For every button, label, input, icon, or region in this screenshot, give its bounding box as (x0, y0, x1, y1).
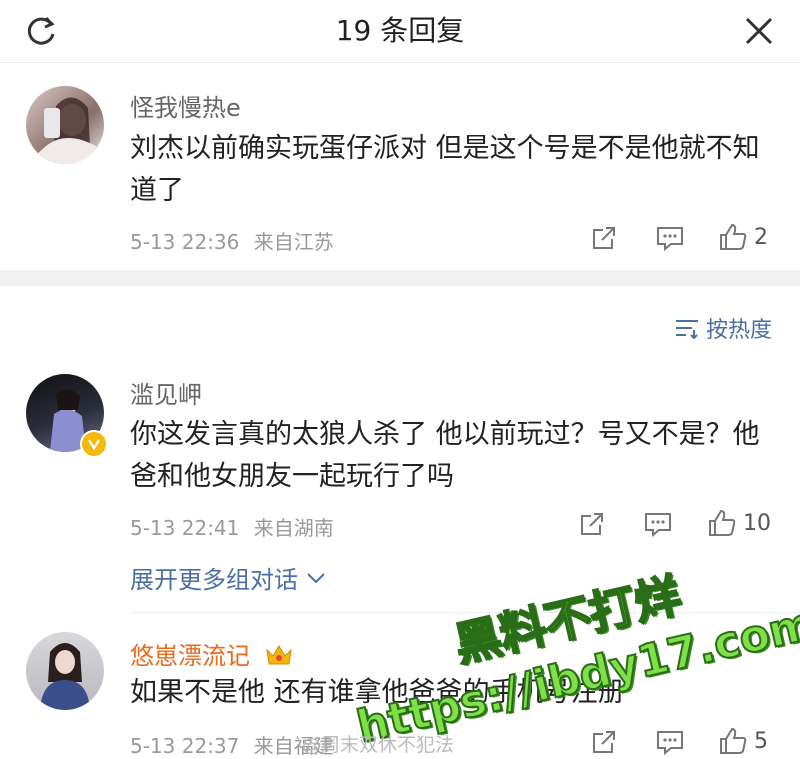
section-divider (0, 270, 800, 286)
location: 来自江苏 (253, 230, 334, 254)
timestamp: 5-13 22:37 (130, 734, 240, 758)
modal-header: 19 条回复 (0, 0, 800, 63)
like-button[interactable]: 5 (718, 726, 768, 756)
verified-badge (80, 430, 108, 458)
reply-button[interactable] (655, 224, 685, 252)
comment-text: 刘杰以前确实玩蛋仔派对 但是这个号是不是他就不知道了 (130, 133, 760, 206)
like-button[interactable]: 10 (707, 508, 771, 538)
expand-label: 展开更多组对话 (130, 566, 298, 594)
share-icon (593, 731, 615, 753)
watermark-handle: @周末双休不犯法 (302, 734, 455, 756)
share-button[interactable] (590, 728, 618, 756)
share-button[interactable] (590, 224, 618, 252)
sort-icon (675, 320, 698, 339)
timestamp: 5-13 22:36 (130, 230, 240, 254)
share-button[interactable] (578, 510, 606, 538)
sort-label: 按热度 (705, 318, 772, 343)
close-button[interactable] (736, 8, 782, 54)
comment-icon (645, 513, 671, 538)
comment-meta: 5-13 22:41 来自湖南 (130, 512, 334, 541)
share-icon (593, 227, 615, 249)
expand-thread-link[interactable]: 展开更多组对话 (130, 560, 326, 595)
comment-icon (657, 731, 683, 756)
comment-meta: 5-13 22:36 来自江苏 (130, 226, 334, 255)
like-count: 2 (754, 224, 768, 250)
location: 来自湖南 (253, 516, 334, 540)
close-icon (745, 17, 773, 45)
thumbs-up-icon (720, 223, 747, 250)
username-text: 悠崽漂流记 (130, 642, 250, 670)
like-button[interactable]: 2 (718, 222, 768, 252)
crown-icon (265, 645, 292, 665)
like-count: 10 (743, 510, 771, 536)
verified-icon (88, 439, 100, 451)
sort-toggle[interactable]: 按热度 (674, 312, 772, 344)
username[interactable]: 怪我慢热e (130, 88, 241, 123)
avatar[interactable] (26, 632, 104, 710)
timestamp: 5-13 22:41 (130, 516, 240, 540)
reply-button[interactable] (655, 728, 685, 756)
avatar[interactable] (26, 86, 104, 164)
username[interactable]: 悠崽漂流记 (130, 636, 294, 671)
avatar-image (26, 97, 104, 164)
comment-icon (657, 227, 683, 252)
username[interactable]: 滥见岬 (130, 375, 202, 410)
reply-button[interactable] (643, 510, 673, 538)
like-count: 5 (754, 728, 768, 754)
share-icon (581, 513, 603, 535)
avatar-image (40, 643, 90, 710)
thumbs-up-icon (720, 727, 747, 754)
comment-text: 你这发言真的太狼人杀了 他以前玩过？号又不是？他爸和他女朋友一起玩行了吗 (130, 419, 760, 492)
thumbs-up-icon (709, 509, 736, 536)
chevron-down-icon (307, 572, 325, 583)
page-title: 19 条回复 (335, 14, 465, 47)
